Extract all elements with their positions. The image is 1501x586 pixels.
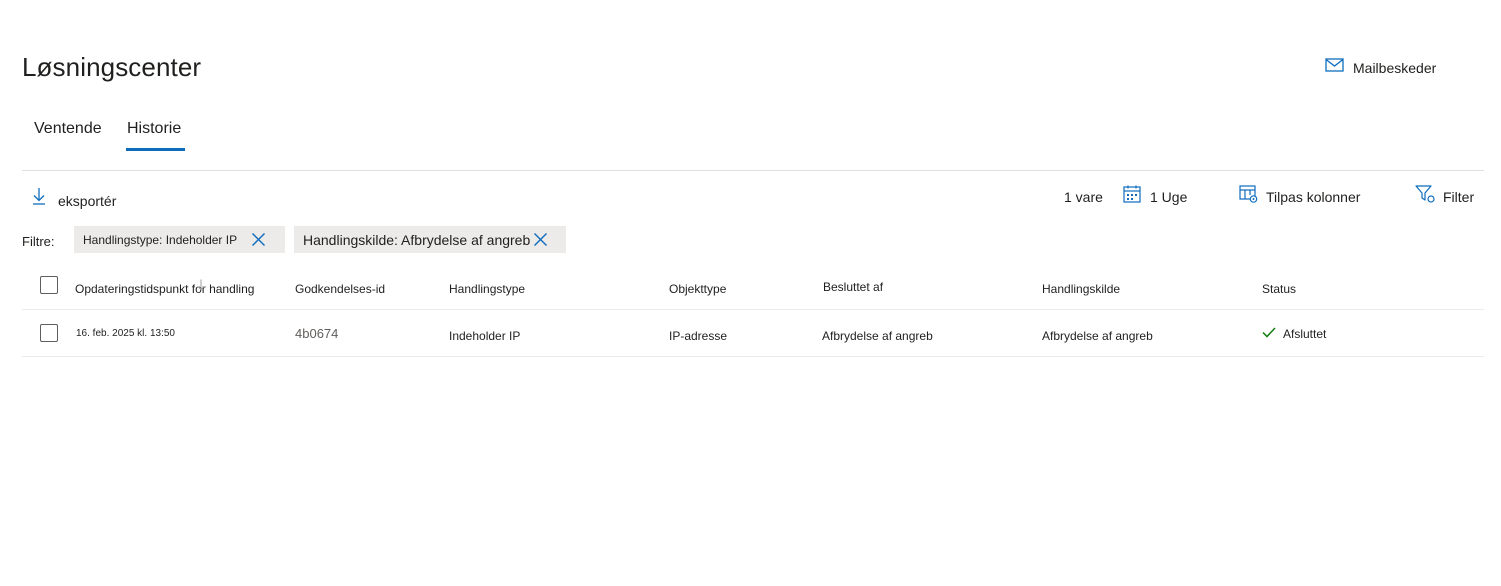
filter-chip-action-source: Handlingskilde: Afbrydelse af angreb — [294, 226, 566, 253]
header-divider — [22, 309, 1484, 310]
column-header-updated[interactable]: Opdateringstidspunkt for handling — [75, 282, 254, 296]
close-icon[interactable] — [251, 232, 266, 252]
mail-icon — [1325, 58, 1344, 78]
divider — [22, 170, 1484, 171]
mail-messages-button[interactable]: Mailbeskeder — [1325, 58, 1436, 78]
filter-label: Filter — [1443, 188, 1475, 205]
tab-pending[interactable]: Ventende — [34, 120, 102, 138]
customize-columns-label: Tilpas kolonner — [1266, 188, 1361, 205]
status-badge: Afsluttet — [1262, 325, 1326, 343]
filters-label: Filtre: — [22, 234, 55, 249]
cell-updated: 16. feb. 2025 kl. 13:50 — [76, 328, 175, 339]
calendar-icon — [1123, 185, 1141, 208]
close-icon[interactable] — [533, 232, 548, 252]
cell-action-type: Indeholder IP — [449, 329, 521, 343]
item-count: 1 vare — [1064, 189, 1103, 205]
cell-object-type: IP-adresse — [669, 329, 728, 343]
filter-chip-label: Handlingstype: Indeholder IP — [83, 232, 238, 247]
status-label: Afsluttet — [1283, 327, 1327, 341]
export-label: eksportér — [58, 192, 117, 209]
filter-funnel-icon — [1415, 185, 1435, 208]
column-header-action-type[interactable]: Handlingstype — [449, 282, 525, 296]
cell-approval-id[interactable]: 4b0674 — [295, 326, 338, 341]
customize-columns-icon — [1239, 185, 1258, 208]
filter-button[interactable]: Filter — [1415, 185, 1474, 208]
row-checkbox[interactable] — [40, 324, 58, 342]
column-header-decided-by[interactable]: Besluttet af — [823, 280, 883, 294]
selected-tab-indicator — [126, 148, 185, 151]
date-range-label: 1 Uge — [1150, 188, 1188, 205]
export-button[interactable]: eksportér — [32, 187, 116, 210]
date-range-button[interactable]: 1 Uge — [1123, 185, 1187, 208]
checkmark-icon — [1262, 325, 1276, 343]
column-header-status[interactable]: Status — [1262, 282, 1296, 296]
page-title: Løsningscenter — [22, 52, 202, 82]
cell-decided-by: Afbrydelse af angreb — [822, 329, 933, 343]
select-all-checkbox[interactable] — [40, 276, 58, 294]
cell-action-source: Afbrydelse af angreb — [1042, 329, 1153, 343]
column-header-action-source[interactable]: Handlingskilde — [1042, 282, 1120, 296]
column-header-object-type[interactable]: Objekttype — [669, 282, 726, 296]
download-arrow-icon — [32, 187, 46, 210]
tab-history[interactable]: Historie — [127, 120, 181, 138]
row-divider — [22, 356, 1484, 357]
filter-chip-label: Handlingskilde: Afbrydelse af angreb — [303, 231, 531, 248]
filter-chip-action-type: Handlingstype: Indeholder IP — [74, 226, 285, 253]
mail-messages-label: Mailbeskeder — [1353, 60, 1437, 76]
column-header-approval-id[interactable]: Godkendelses-id — [295, 282, 385, 296]
sort-down-arrow-icon[interactable] — [197, 278, 205, 296]
customize-columns-button[interactable]: Tilpas kolonner — [1239, 185, 1360, 208]
